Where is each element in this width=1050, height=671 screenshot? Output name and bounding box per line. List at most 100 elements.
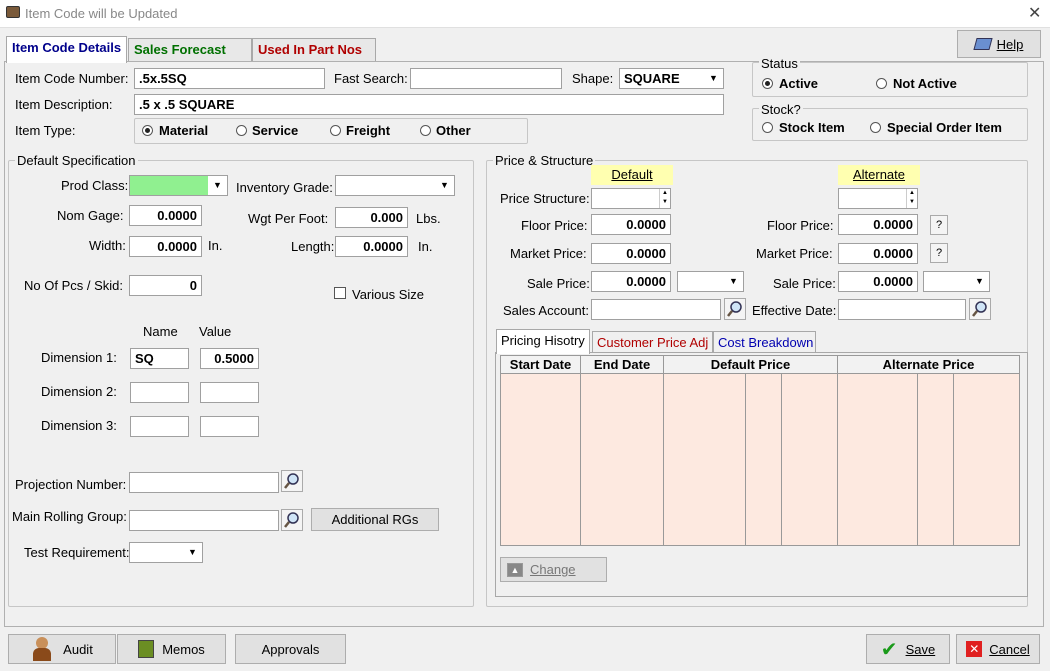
default-market-input[interactable]: 0.0000 [591, 243, 671, 264]
grid-header-default-price[interactable]: Default Price [664, 356, 838, 374]
dimension-1-name[interactable]: SQ [130, 348, 189, 369]
cancel-button[interactable]: ✕ Cancel [956, 634, 1040, 664]
tab-item-code-details[interactable]: Item Code Details [6, 36, 128, 63]
description-input[interactable]: .5 x .5 SQUARE [134, 94, 724, 115]
dimension-2-label: Dimension 2: [41, 384, 117, 399]
pcs-input[interactable]: 0 [129, 275, 202, 296]
audit-button[interactable]: Audit [8, 634, 116, 664]
memos-button[interactable]: Memos [117, 634, 226, 664]
inventory-grade-select[interactable]: ▼ [335, 175, 455, 196]
chevron-down-icon[interactable]: ▼ [435, 176, 454, 195]
wgt-input[interactable]: 0.000 [335, 207, 408, 228]
audit-label: Audit [63, 641, 93, 657]
default-floor-input[interactable]: 0.0000 [591, 214, 671, 235]
radio-material-label[interactable]: Material [159, 123, 208, 138]
shape-value: SQUARE [624, 71, 680, 86]
radio-service-label[interactable]: Service [252, 123, 298, 138]
window-title: Item Code will be Updated [25, 6, 178, 21]
default-sale-label: Sale Price: [527, 276, 590, 291]
spec-title: Default Specification [15, 153, 138, 168]
default-market-label: Market Price: [510, 246, 587, 261]
dimension-2-name[interactable] [130, 382, 189, 403]
radio-other[interactable] [420, 125, 431, 136]
dimension-3-name[interactable] [130, 416, 189, 437]
projection-input[interactable] [129, 472, 279, 493]
item-code-input[interactable]: .5x.5SQ [134, 68, 325, 89]
memos-label: Memos [162, 641, 205, 657]
search-icon[interactable] [281, 509, 303, 531]
alt-sale-select[interactable]: ▼ [923, 271, 990, 292]
radio-not-active[interactable] [876, 78, 887, 89]
rolling-group-label: Main Rolling Group: [12, 509, 127, 524]
radio-stock-item-label[interactable]: Stock Item [779, 120, 845, 135]
chevron-down-icon[interactable]: ▼ [208, 176, 227, 195]
tab-pricing-history[interactable]: Pricing Hisotry [496, 329, 590, 354]
floor-price-help-button[interactable]: ? [930, 215, 948, 235]
radio-special-order-label[interactable]: Special Order Item [887, 120, 1002, 135]
auditor-icon [31, 637, 53, 661]
close-icon[interactable]: ✕ [1028, 3, 1041, 23]
width-input[interactable]: 0.0000 [129, 236, 202, 257]
radio-other-label[interactable]: Other [436, 123, 471, 138]
save-button[interactable]: ✔ Save [866, 634, 950, 664]
dimension-2-value[interactable] [200, 382, 259, 403]
alt-sale-input[interactable]: 0.0000 [838, 271, 918, 292]
shape-select[interactable]: SQUARE ▼ [619, 68, 724, 89]
memo-book-icon [138, 640, 155, 658]
title-bar: Item Code will be Updated ✕ [0, 0, 1050, 28]
change-button[interactable]: ▲ Change [500, 557, 607, 582]
additional-rgs-button[interactable]: Additional RGs [311, 508, 439, 531]
radio-freight-label[interactable]: Freight [346, 123, 390, 138]
default-sale-select[interactable]: ▼ [677, 271, 744, 292]
grid-header-end-date[interactable]: End Date [581, 356, 664, 374]
search-icon[interactable] [969, 298, 991, 320]
radio-not-active-label[interactable]: Not Active [893, 76, 957, 91]
spinner-icon[interactable]: ▲ ▼ [906, 189, 917, 208]
grid-header-alternate-price[interactable]: Alternate Price [838, 356, 1020, 374]
length-input[interactable]: 0.0000 [335, 236, 408, 257]
dimension-3-value[interactable] [200, 416, 259, 437]
market-price-help-button[interactable]: ? [930, 243, 948, 263]
prod-class-select[interactable]: ▼ [129, 175, 228, 196]
approvals-button[interactable]: Approvals [235, 634, 346, 664]
chevron-down-icon[interactable]: ▼ [183, 543, 202, 562]
nom-gage-input[interactable]: 0.0000 [129, 205, 202, 226]
spinner-icon[interactable]: ▲ ▼ [659, 189, 670, 208]
alt-price-structure[interactable]: ▲ ▼ [838, 188, 918, 209]
tab-cost-breakdown[interactable]: Cost Breakdown [713, 331, 816, 353]
pricing-history-grid[interactable] [500, 355, 1020, 546]
test-req-select[interactable]: ▼ [129, 542, 203, 563]
effective-date-input[interactable] [838, 299, 966, 320]
radio-stock-item[interactable] [762, 122, 773, 133]
alt-floor-input[interactable]: 0.0000 [838, 214, 918, 235]
default-sale-input[interactable]: 0.0000 [591, 271, 671, 292]
chevron-down-icon[interactable]: ▼ [724, 272, 743, 291]
search-icon[interactable] [281, 470, 303, 492]
tab-used-in-part-nos[interactable]: Used In Part Nos [252, 38, 376, 62]
radio-active[interactable] [762, 78, 773, 89]
tab-sales-forecast[interactable]: Sales Forecast [128, 38, 252, 62]
radio-active-label[interactable]: Active [779, 76, 818, 91]
various-size-label[interactable]: Various Size [352, 287, 424, 302]
wgt-label: Wgt Per Foot: [248, 211, 329, 226]
radio-material[interactable] [142, 125, 153, 136]
alt-market-input[interactable]: 0.0000 [838, 243, 918, 264]
radio-special-order[interactable] [870, 122, 881, 133]
radio-service[interactable] [236, 125, 247, 136]
tab-customer-price-adj[interactable]: Customer Price Adj [592, 331, 713, 353]
alt-floor-label: Floor Price: [767, 218, 834, 233]
dimension-1-value[interactable]: 0.5000 [200, 348, 259, 369]
radio-freight[interactable] [330, 125, 341, 136]
help-button[interactable]: Help [957, 30, 1041, 58]
default-price-structure[interactable]: ▲ ▼ [591, 188, 671, 209]
rolling-group-input[interactable] [129, 510, 279, 531]
chevron-down-icon[interactable]: ▼ [704, 69, 723, 88]
grid-header-start-date[interactable]: Start Date [501, 356, 581, 374]
fast-search-input[interactable] [410, 68, 562, 89]
grid-column-divider [953, 374, 954, 545]
search-icon[interactable] [724, 298, 746, 320]
prod-class-label: Prod Class: [61, 178, 129, 193]
sales-account-input[interactable] [591, 299, 721, 320]
various-size-checkbox[interactable] [334, 287, 346, 299]
chevron-down-icon[interactable]: ▼ [970, 272, 989, 291]
